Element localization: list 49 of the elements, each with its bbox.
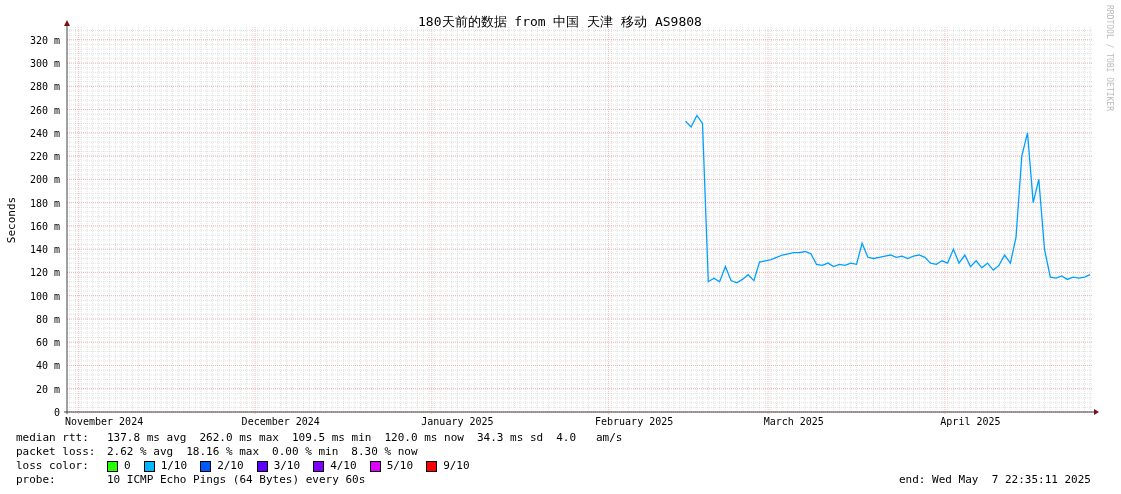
stat-value: 8.30 % now bbox=[351, 445, 418, 459]
stat-value: 120.0 ms now bbox=[384, 431, 464, 445]
y-tick-label: 160 m bbox=[29, 220, 60, 232]
y-tick-label: 240 m bbox=[29, 127, 60, 139]
legend-item-label: 3/10 bbox=[273, 459, 301, 473]
stat-value: 137.8 ms avg bbox=[107, 431, 187, 445]
x-tick-label: March 2025 bbox=[763, 416, 824, 427]
y-tick-label: 0 bbox=[53, 407, 60, 418]
x-tick-label: November 2024 bbox=[64, 416, 144, 427]
stat-value: 109.5 ms min bbox=[291, 431, 372, 445]
y-tick-label: 280 m bbox=[29, 81, 60, 93]
x-tick-label: April 2025 bbox=[940, 416, 1001, 427]
legend-item-label: 4/10 bbox=[330, 459, 357, 473]
y-axis-title: Seconds bbox=[5, 196, 18, 244]
y-tick-label: 80 m bbox=[35, 313, 60, 325]
y-tick-label: 320 m bbox=[29, 34, 60, 46]
legend-item-label: 9/10 bbox=[443, 459, 470, 473]
x-tick-label: December 2024 bbox=[241, 416, 320, 427]
stat-value: 2.62 % avg bbox=[107, 445, 174, 459]
y-tick-label: 260 m bbox=[29, 104, 60, 116]
stat-value: 0.00 % min bbox=[272, 445, 339, 459]
y-tick-label: 220 m bbox=[29, 151, 60, 163]
credit-text: RRDTOOL / TOBI OETIKER bbox=[1105, 5, 1114, 111]
legend-label: packet loss: bbox=[16, 445, 97, 459]
stat-value: 34.3 ms sd bbox=[476, 431, 544, 445]
x-tick-label: February 2025 bbox=[595, 416, 674, 427]
legend-label: median rtt: bbox=[16, 431, 90, 445]
y-tick-label: 20 m bbox=[35, 383, 60, 395]
y-tick-label: 60 m bbox=[35, 337, 60, 349]
stat-value: 262.0 ms max bbox=[199, 431, 279, 445]
legend-item-label: 0 bbox=[124, 459, 131, 473]
chart-title: 180天前的数据 from 中国 天津 移动 AS9808 bbox=[418, 14, 702, 29]
x-tick-label: January 2025 bbox=[421, 416, 494, 427]
y-tick-label: 40 m bbox=[35, 360, 60, 372]
end-time: end: Wed May 7 22:35:11 2025 bbox=[898, 473, 1091, 487]
y-tick-label: 200 m bbox=[29, 174, 60, 186]
y-tick-label: 300 m bbox=[29, 58, 60, 70]
stat-value: 18.16 % max bbox=[186, 445, 260, 459]
y-tick-label: 120 m bbox=[29, 267, 60, 279]
y-tick-label: 180 m bbox=[29, 197, 60, 209]
y-tick-label: 100 m bbox=[29, 290, 60, 302]
legend-label: probe: bbox=[16, 473, 57, 487]
stat-value: 4.0 am/s bbox=[556, 431, 623, 445]
y-tick-label: 140 m bbox=[29, 244, 60, 256]
probe-text: 10 ICMP Echo Pings (64 Bytes) every 60s bbox=[107, 473, 366, 487]
legend-label: loss color: bbox=[16, 459, 90, 473]
legend-item-label: 5/10 bbox=[386, 459, 414, 473]
legend-item-label: 2/10 bbox=[217, 459, 244, 473]
legend-item-label: 1/10 bbox=[160, 459, 188, 473]
